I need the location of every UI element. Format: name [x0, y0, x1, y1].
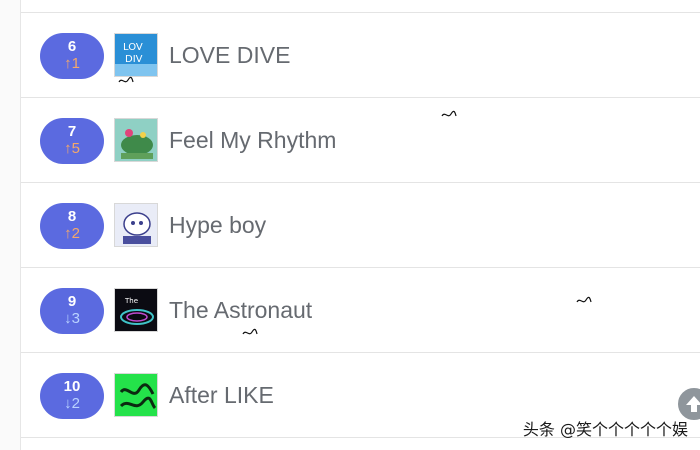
watermark: 头条 @笑个个个个个娱 [522, 420, 688, 439]
song-title[interactable]: After LIKE [169, 381, 274, 409]
song-title[interactable]: Feel My Rhythm [169, 126, 336, 154]
rank-badge: 10 ↓2 [40, 373, 104, 419]
rank-change: ↑5 [64, 140, 80, 157]
rank-badge: 8 ↑2 [40, 203, 104, 249]
the-astronaut-cover-icon[interactable]: The [114, 288, 158, 332]
song-title[interactable]: The Astronaut [169, 296, 312, 324]
page: 6 ↑1 LOV DIV LOVE DIVE 7 ↑5 Feel My Rhyt… [0, 0, 700, 450]
rank-number: 10 [63, 378, 81, 395]
svg-text:LOV: LOV [123, 42, 143, 53]
love-dive-cover-icon[interactable]: LOV DIV [114, 33, 158, 77]
list-item[interactable]: 9 ↓3 The The Astronaut [21, 268, 700, 353]
squiggle-decoration-icon [576, 296, 592, 303]
svg-text:The: The [124, 297, 138, 305]
squiggle-decoration-icon [118, 76, 134, 83]
rank-badge: 9 ↓3 [40, 288, 104, 334]
rank-change: ↓3 [64, 310, 80, 327]
rank-change: ↑1 [64, 55, 80, 72]
chart-list: 6 ↑1 LOV DIV LOVE DIVE 7 ↑5 Feel My Rhyt… [20, 0, 700, 450]
rank-number: 6 [67, 38, 77, 55]
list-item[interactable]: 8 ↑2 Hype boy [21, 183, 700, 268]
svg-text:DIV: DIV [125, 54, 143, 65]
hype-boy-cover-icon[interactable] [114, 203, 158, 247]
list-item[interactable]: 7 ↑5 Feel My Rhythm [21, 98, 700, 183]
after-like-cover-icon[interactable] [114, 373, 158, 417]
rank-badge: 7 ↑5 [40, 118, 104, 164]
rank-change: ↓2 [64, 395, 80, 412]
squiggle-decoration-icon [441, 110, 457, 117]
rank-badge: 6 ↑1 [40, 33, 104, 79]
squiggle-decoration-icon [242, 328, 258, 335]
feel-my-rhythm-cover-icon[interactable] [114, 118, 158, 162]
rank-number: 7 [67, 123, 77, 140]
rank-number: 8 [67, 208, 77, 225]
song-title[interactable]: LOVE DIVE [169, 41, 290, 69]
song-title[interactable]: Hype boy [169, 211, 266, 239]
rank-change: ↑2 [64, 225, 80, 242]
rank-number: 9 [67, 293, 77, 310]
